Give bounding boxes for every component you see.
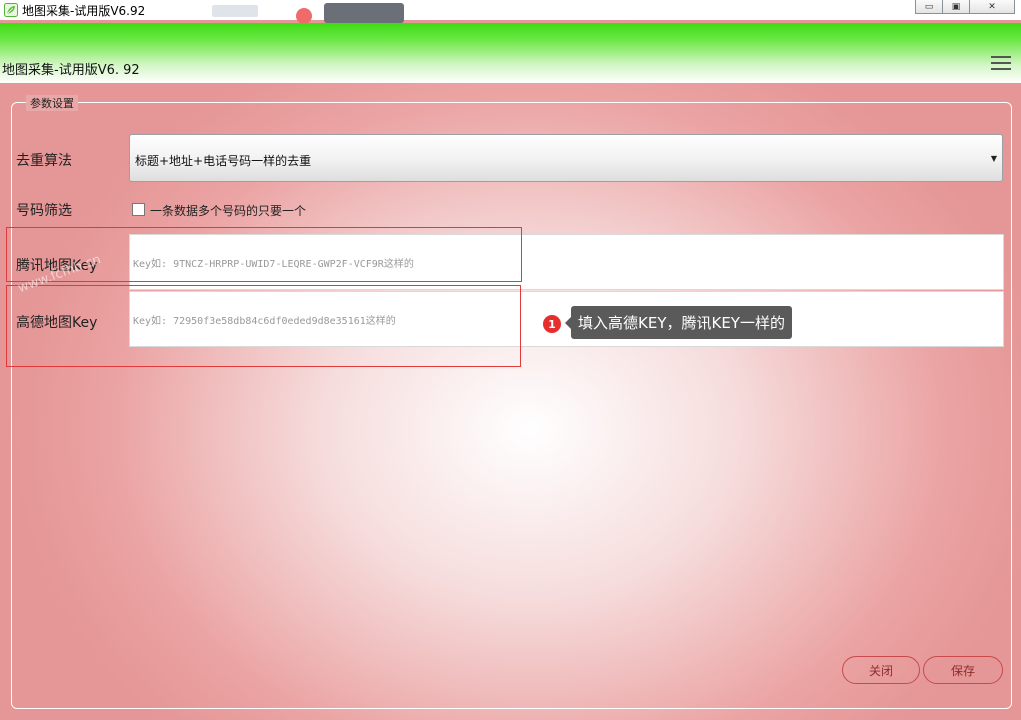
hamburger-menu-icon[interactable] [991,56,1011,70]
callout-tooltip: 填入高德KEY，腾讯KEY一样的 [565,306,792,339]
tencent-key-highlight-box [6,227,522,282]
app-header-title: 地图采集-试用版V6. 92 [2,63,140,78]
number-filter-label: 号码筛选 [16,203,72,219]
background-window-tab [212,5,258,17]
app-header: 地图采集-试用版V6. 92 [0,23,1021,83]
dropdown-arrow-icon: ▼ [990,154,997,163]
single-number-checkbox-label[interactable]: 一条数据多个号码的只要一个 [150,202,306,219]
close-button[interactable]: 关闭 [842,656,920,684]
minimize-button[interactable]: ▭ [915,0,943,14]
window-close-button[interactable]: ✕ [969,0,1015,14]
callout-number-badge: 1 [543,315,561,333]
maximize-button[interactable]: ▣ [942,0,970,14]
dedup-select[interactable]: 标题+地址+电话号码一样的去重 ▼ [129,134,1003,182]
window-title: 地图采集-试用版V6.92 [22,3,146,18]
save-button[interactable]: 保存 [923,656,1003,684]
background-window-badge [296,8,312,24]
settings-group-legend: 参数设置 [26,95,78,111]
window-controls: ▭ ▣ ✕ [915,0,1015,14]
app-leaf-icon [4,3,18,17]
settings-group [11,102,1012,709]
single-number-checkbox[interactable] [132,203,145,216]
dedup-label: 去重算法 [16,153,72,169]
background-window-button [324,3,404,23]
window-titlebar: 地图采集-试用版V6.92 ▭ ▣ ✕ [0,0,1021,24]
amap-key-highlight-box [6,285,521,367]
dedup-select-value: 标题+地址+电话号码一样的去重 [135,154,312,168]
